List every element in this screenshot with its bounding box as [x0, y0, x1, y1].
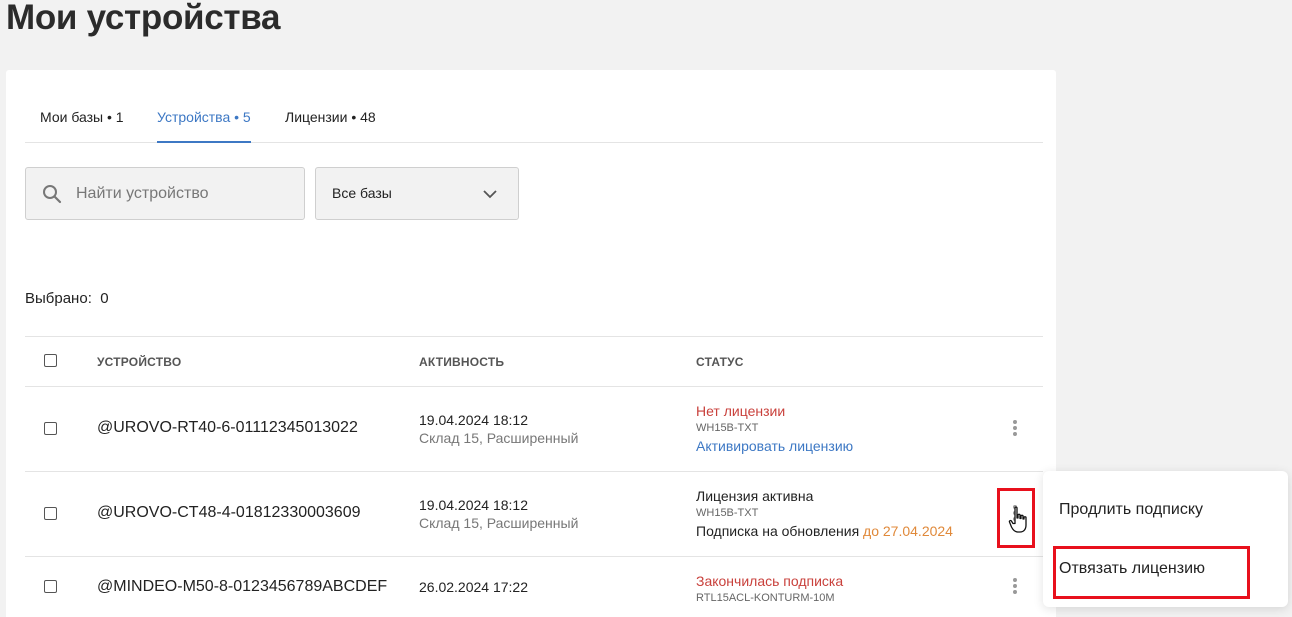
row-checkbox[interactable]: [44, 507, 57, 520]
activity-place: Склад 15, Расширенный: [419, 430, 579, 446]
license-code: WH15B-TXT: [696, 422, 759, 434]
header-status: СТАТУС: [696, 355, 744, 369]
activity-place: Склад 15, Расширенный: [419, 515, 579, 531]
search-input[interactable]: [76, 168, 296, 219]
tab-licenses[interactable]: Лицензии • 48: [285, 109, 376, 143]
extend-subscription-item[interactable]: Продлить подписку: [1059, 501, 1203, 519]
activity-date: 19.04.2024 18:12: [419, 497, 528, 513]
activity-date: 26.02.2024 17:22: [419, 579, 528, 595]
device-name: @UROVO-CT48-4-01812330003609: [97, 504, 361, 521]
table-header: УСТРОЙСТВО АКТИВНОСТЬ СТАТУС: [25, 336, 1043, 386]
license-code: WH15B-TXT: [696, 507, 759, 519]
base-filter-value: Все базы: [332, 185, 392, 201]
search-box[interactable]: [25, 167, 305, 220]
subscription-info: Подписка на обновления до 27.04.2024: [696, 523, 953, 539]
devices-card: Мои базы • 1 Устройства • 5 Лицензии • 4…: [6, 70, 1056, 617]
status-text: Нет лицензии: [696, 403, 786, 419]
more-vertical-icon[interactable]: [1007, 418, 1023, 440]
tab-my-bases[interactable]: Мои базы • 1: [40, 109, 124, 143]
status-text: Закончилась подписка: [696, 573, 844, 589]
row-checkbox[interactable]: [44, 422, 57, 435]
devices-table: УСТРОЙСТВО АКТИВНОСТЬ СТАТУС @UROVO-RT40…: [25, 336, 1043, 617]
tab-devices[interactable]: Устройства • 5: [157, 109, 251, 143]
status-text: Лицензия активна: [696, 488, 814, 504]
table-row: @MINDEO-M50-8-0123456789ABCDEF 26.02.202…: [25, 556, 1043, 617]
base-filter-select[interactable]: Все базы: [315, 167, 519, 220]
selected-count: Выбрано: 0: [25, 290, 109, 307]
device-name: @UROVO-RT40-6-01112345013022: [97, 419, 358, 436]
activity-date: 19.04.2024 18:12: [419, 412, 528, 428]
row-checkbox[interactable]: [44, 580, 57, 593]
selected-number: 0: [100, 290, 109, 307]
subscription-until: до 27.04.2024: [863, 523, 953, 539]
table-row: @UROVO-RT40-6-01112345013022 19.04.2024 …: [25, 386, 1043, 471]
header-device: УСТРОЙСТВО: [97, 355, 182, 369]
header-activity: АКТИВНОСТЬ: [419, 355, 505, 369]
search-icon: [43, 185, 62, 204]
page-title: Мои устройства: [6, 0, 281, 37]
more-vertical-icon[interactable]: [1007, 576, 1023, 598]
license-code: RTL15ACL-KONTURM-10M: [696, 592, 835, 604]
table-row: @UROVO-CT48-4-01812330003609 19.04.2024 …: [25, 471, 1043, 556]
activate-license-link[interactable]: Активировать лицензию: [696, 438, 853, 454]
subscription-label: Подписка на обновления: [696, 523, 860, 539]
hand-cursor-icon: [1008, 506, 1027, 533]
selected-label: Выбрано:: [25, 290, 92, 307]
highlight-box: [1053, 546, 1250, 599]
tab-bar: Мои базы • 1 Устройства • 5 Лицензии • 4…: [25, 100, 1043, 143]
device-name: @MINDEO-M50-8-0123456789ABCDEF: [97, 578, 388, 595]
select-all-checkbox[interactable]: [44, 354, 57, 367]
chevron-down-icon: [483, 190, 497, 199]
